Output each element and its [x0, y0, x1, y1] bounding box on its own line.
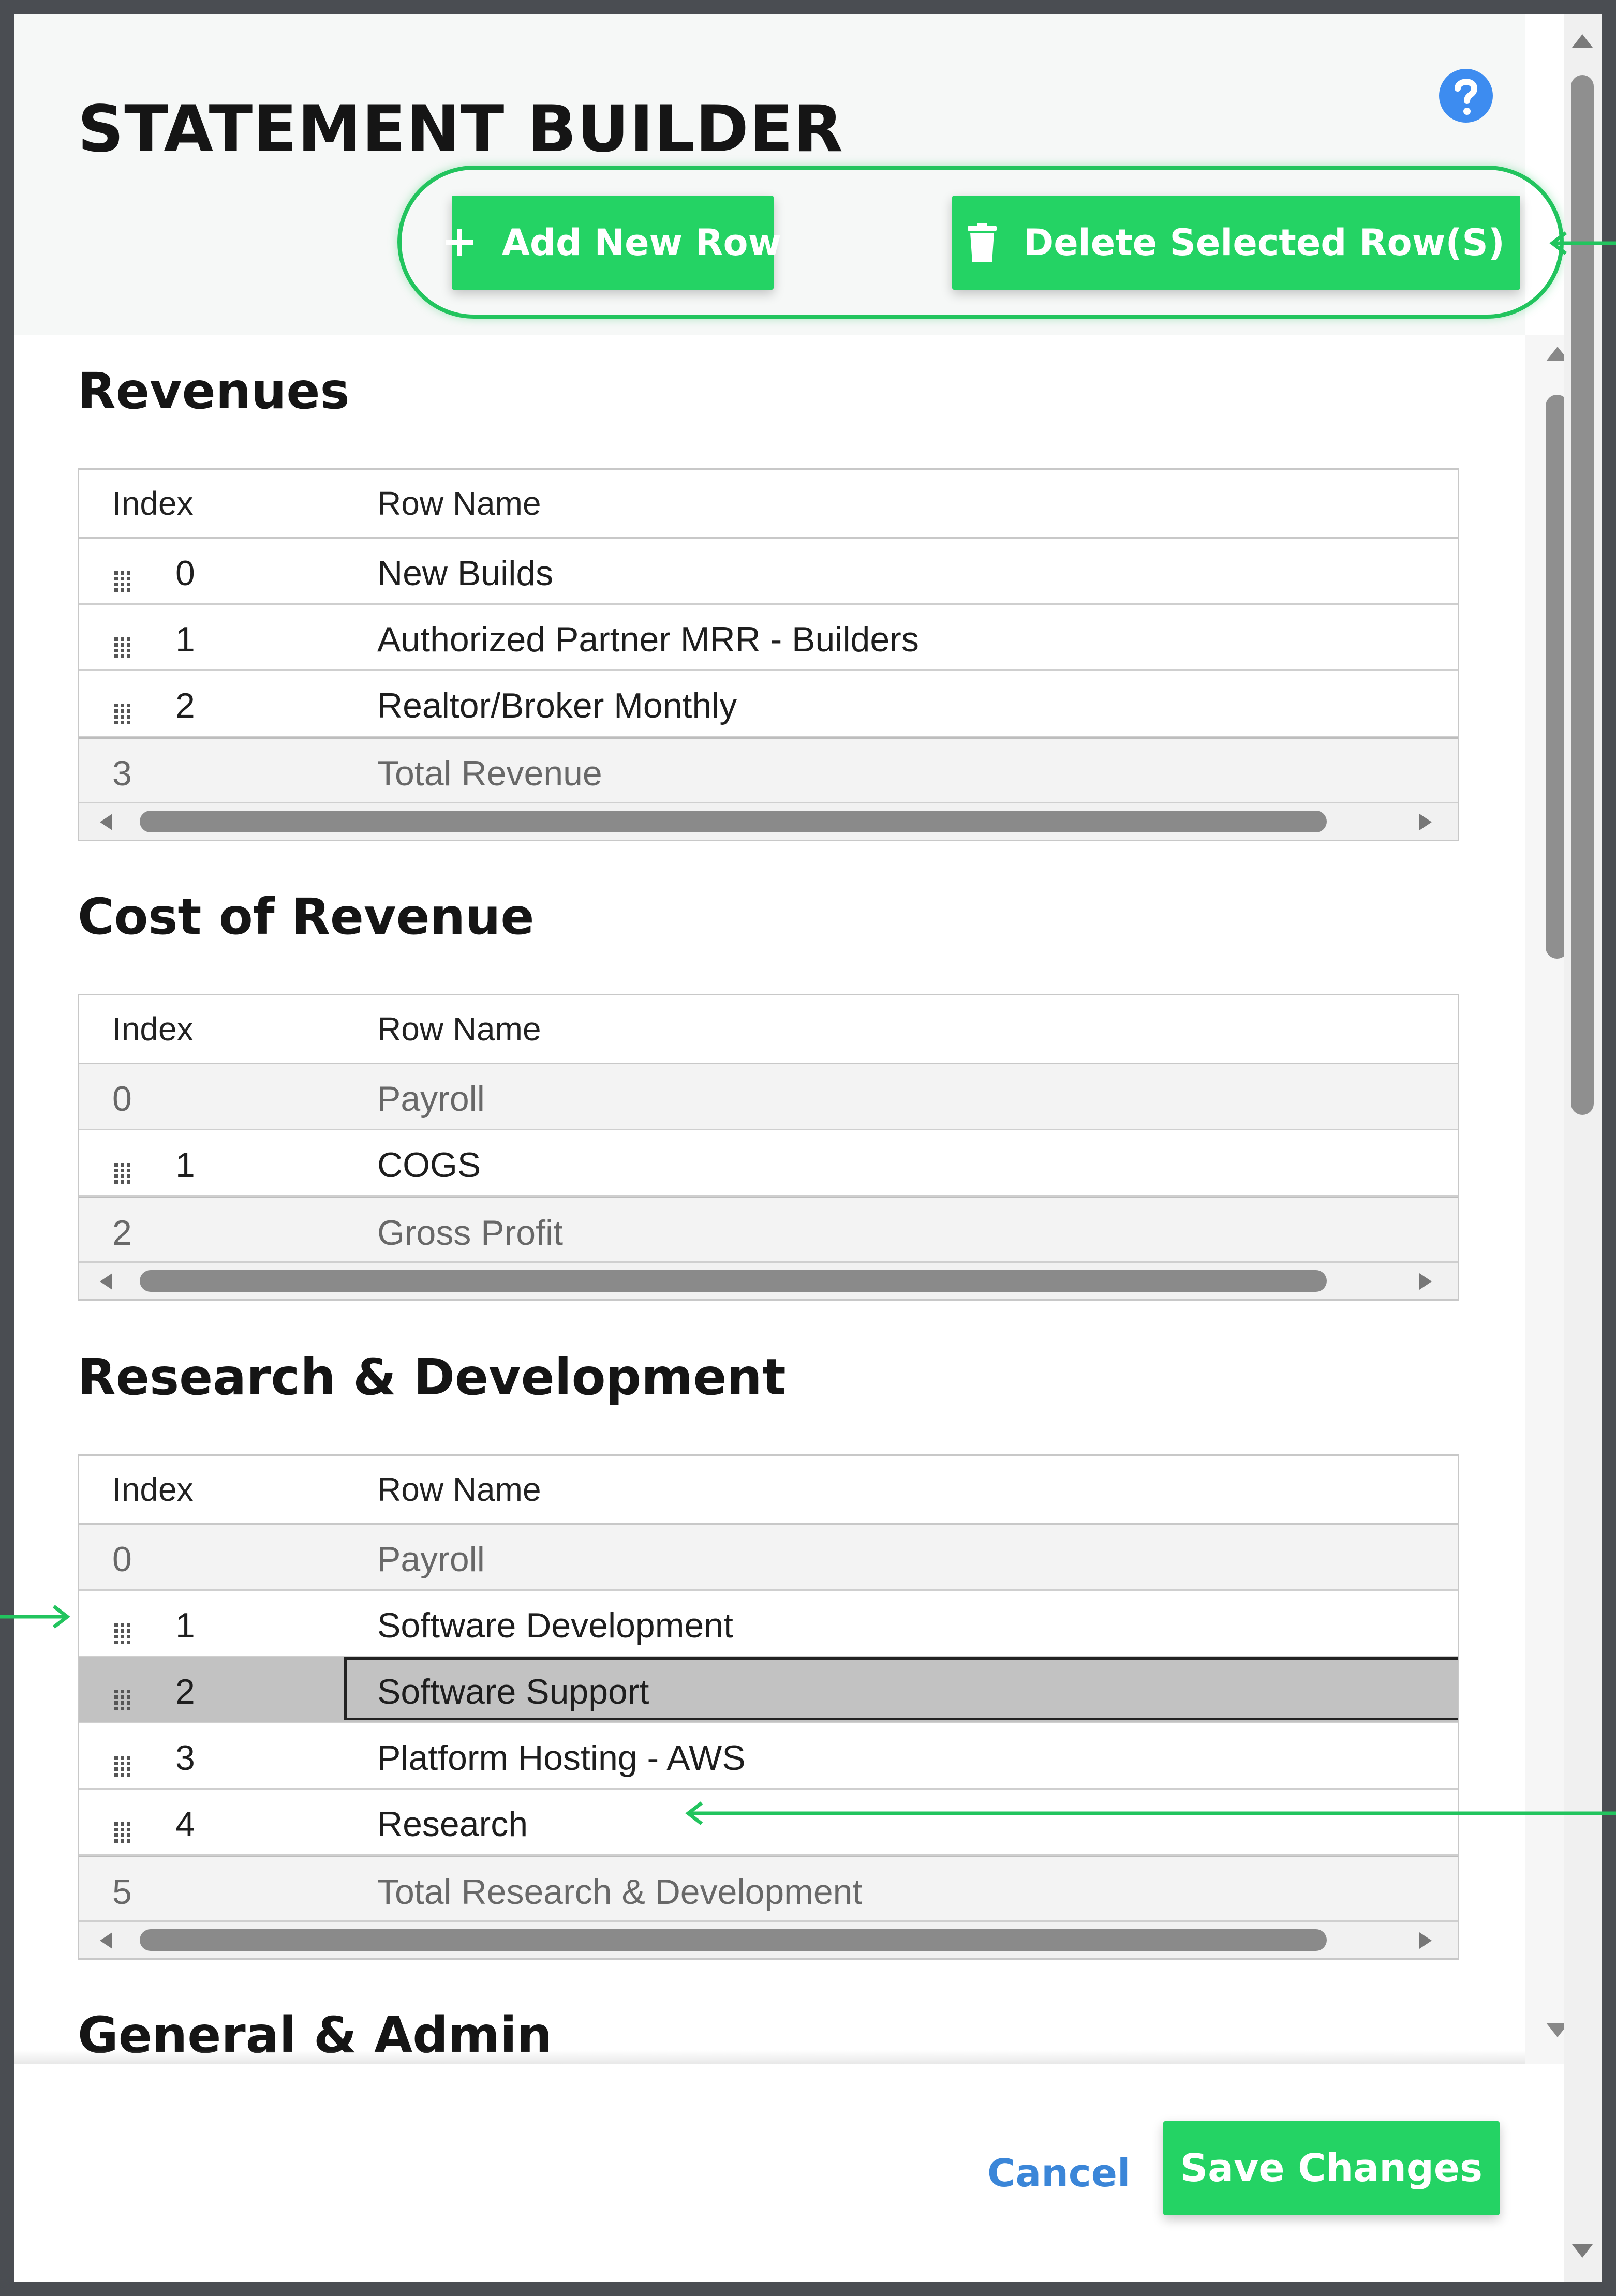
scroll-left-icon[interactable] [100, 1932, 112, 1949]
row-index: 5 [112, 1872, 132, 1912]
row-name: New Builds [377, 554, 554, 593]
drag-handle-icon[interactable] [112, 1152, 133, 1184]
column-header-row-name[interactable]: Row Name [377, 484, 541, 523]
row-name: COGS [377, 1145, 481, 1185]
grid-header: Index Row Name [79, 1456, 1458, 1525]
annotation-arrow-toolbar [1549, 231, 1616, 255]
column-header-index[interactable]: Index [112, 1010, 194, 1048]
scroll-left-icon[interactable] [100, 1273, 112, 1290]
table-row[interactable]: 1 Software Development [79, 1591, 1458, 1657]
table-row[interactable]: 1 COGS [79, 1130, 1458, 1197]
scroll-left-icon[interactable] [100, 814, 112, 830]
plus-icon [444, 227, 475, 258]
horizontal-scrollbar[interactable] [79, 1263, 1458, 1299]
row-index: 0 [112, 1079, 132, 1119]
table-row: 0 Payroll [79, 1064, 1458, 1130]
drag-handle-icon[interactable] [112, 627, 133, 658]
scroll-down-icon[interactable] [1572, 2244, 1593, 2258]
column-header-index[interactable]: Index [112, 1470, 194, 1509]
save-changes-button[interactable]: Save Changes [1163, 2121, 1500, 2215]
selected-table-row[interactable]: 2 Software Support [79, 1657, 1458, 1723]
page-vertical-scrollbar[interactable] [1564, 14, 1602, 2282]
cancel-button[interactable]: Cancel [987, 2151, 1130, 2196]
horizontal-scrollbar[interactable] [79, 803, 1458, 840]
row-name: Authorized Partner MRR - Builders [377, 620, 919, 659]
table-row[interactable]: 0 New Builds [79, 539, 1458, 605]
column-header-index[interactable]: Index [112, 484, 194, 523]
row-name: Realtor/Broker Monthly [377, 686, 737, 725]
table-row: 0 Payroll [79, 1525, 1458, 1591]
scroll-right-icon[interactable] [1419, 814, 1432, 830]
drag-handle-icon[interactable] [112, 693, 133, 724]
grid-header: Index Row Name [79, 470, 1458, 539]
scroll-right-icon[interactable] [1419, 1273, 1432, 1290]
total-row: 2 Gross Profit [79, 1197, 1458, 1263]
drag-handle-icon[interactable] [112, 1745, 133, 1777]
row-index: 1 [175, 1606, 195, 1645]
trash-icon [968, 223, 997, 262]
cost-of-revenue-grid: Index Row Name 0 Payroll 1 COGS 2 Gross … [78, 994, 1459, 1301]
statement-builder-dialog: STATEMENT BUILDER Add New Row Delete Sel… [14, 14, 1602, 2282]
row-index: 2 [175, 686, 195, 725]
column-header-row-name[interactable]: Row Name [377, 1010, 541, 1048]
row-index: 0 [112, 1540, 132, 1579]
scrollbar-thumb[interactable] [140, 1270, 1327, 1292]
row-index: 2 [112, 1213, 132, 1253]
row-name: Research [377, 1805, 528, 1844]
row-name: Platform Hosting - AWS [377, 1738, 746, 1778]
add-new-row-label: Add New Row [501, 221, 782, 264]
column-header-row-name[interactable]: Row Name [377, 1470, 541, 1509]
table-row[interactable]: 3 Platform Hosting - AWS [79, 1723, 1458, 1790]
section-title-research-development: Research & Development [78, 1348, 786, 1406]
row-index: 1 [175, 620, 195, 659]
delete-selected-rows-button[interactable]: Delete Selected Row(S) [952, 196, 1520, 290]
scroll-up-icon[interactable] [1572, 34, 1593, 48]
row-index: 2 [175, 1672, 195, 1711]
row-index: 1 [175, 1145, 195, 1185]
drag-handle-icon[interactable] [112, 1613, 133, 1644]
horizontal-scrollbar[interactable] [79, 1922, 1458, 1958]
table-row[interactable]: 2 Realtor/Broker Monthly [79, 671, 1458, 737]
total-row: 3 Total Revenue [79, 737, 1458, 803]
drag-handle-icon[interactable] [112, 1679, 133, 1710]
grid-header: Index Row Name [79, 995, 1458, 1064]
row-index: 4 [175, 1805, 195, 1844]
row-name: Payroll [377, 1540, 485, 1579]
scrollbar-thumb[interactable] [140, 1929, 1327, 1951]
delete-selected-rows-label: Delete Selected Row(S) [1024, 221, 1505, 264]
drag-handle-icon[interactable] [112, 1811, 133, 1843]
dialog-footer: Cancel Save Changes [14, 2064, 1578, 2282]
total-row: 5 Total Research & Development [79, 1856, 1458, 1922]
section-title-cost-of-revenue: Cost of Revenue [78, 888, 535, 946]
scrollbar-thumb[interactable] [140, 811, 1327, 832]
row-index: 3 [112, 754, 132, 793]
row-name: Software Development [377, 1606, 733, 1645]
question-circle-icon[interactable] [1438, 68, 1494, 124]
row-name: Payroll [377, 1079, 485, 1119]
row-name: Gross Profit [377, 1213, 563, 1253]
dialog-title: STATEMENT BUILDER [78, 92, 843, 167]
revenues-grid: Index Row Name 0 New Builds 1 Authorized… [78, 468, 1459, 841]
row-name: Total Research & Development [377, 1872, 863, 1912]
row-name: Total Revenue [377, 754, 602, 793]
scroll-right-icon[interactable] [1419, 1932, 1432, 1949]
drag-handle-icon[interactable] [112, 560, 133, 592]
row-index: 3 [175, 1738, 195, 1778]
annotation-arrow-drag-handle [0, 1605, 70, 1629]
annotation-arrow-research-row [685, 1801, 1616, 1825]
dialog-header: STATEMENT BUILDER Add New Row Delete Sel… [14, 14, 1564, 335]
table-row[interactable]: 1 Authorized Partner MRR - Builders [79, 605, 1458, 671]
row-index: 0 [175, 554, 195, 593]
row-name: Software Support [377, 1672, 649, 1711]
research-development-grid: Index Row Name 0 Payroll 1 Software Deve… [78, 1454, 1459, 1960]
add-new-row-button[interactable]: Add New Row [446, 196, 781, 290]
section-title-revenues: Revenues [78, 362, 350, 420]
